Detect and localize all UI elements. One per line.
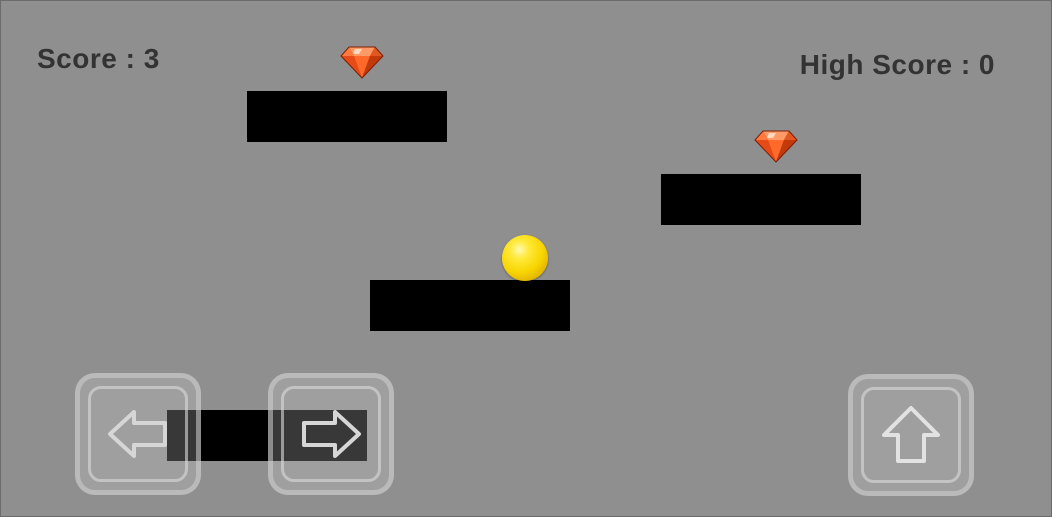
platform [247,91,447,142]
score-label: Score : 3 [37,43,160,74]
move-right-button[interactable] [268,373,394,495]
right-arrow-icon [302,410,361,458]
jump-button[interactable] [848,374,974,496]
platform [370,280,570,331]
platform [661,174,861,225]
gem-icon [754,129,798,163]
up-arrow-icon [882,406,940,463]
player-ball [502,235,548,281]
gem-icon [340,45,384,79]
game-canvas: Score : 3 High Score : 0 [1,1,1051,516]
high-score-label: High Score : 0 [799,49,995,80]
move-left-button[interactable] [75,373,201,495]
left-arrow-icon [108,410,167,458]
